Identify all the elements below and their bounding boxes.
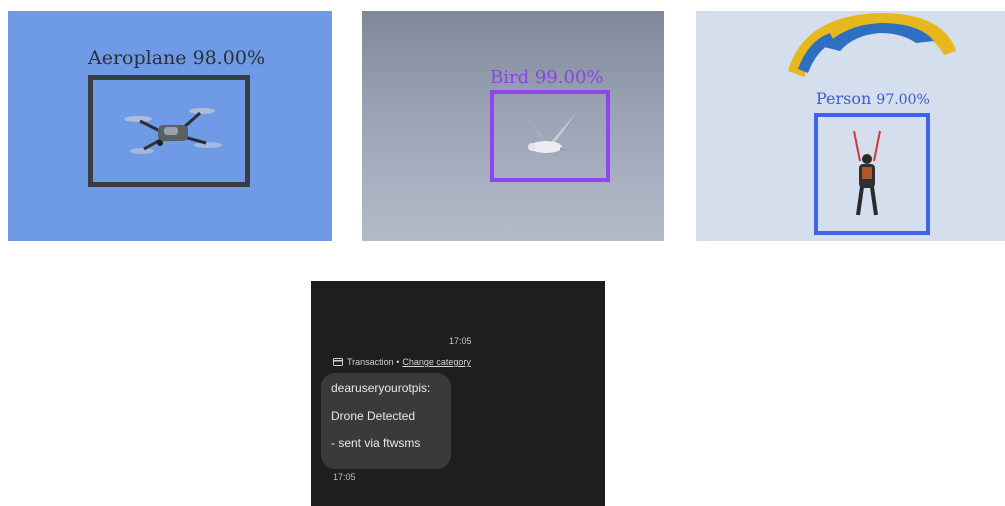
class-name: Bird [490, 67, 530, 88]
drone-icon [124, 108, 222, 154]
parachute-canopy-icon [788, 13, 956, 77]
category-label: Transaction • [347, 357, 400, 367]
message-line: Drone Detected [331, 409, 416, 423]
bird-icon [524, 113, 576, 153]
detection-label: Bird 99.00% [490, 67, 604, 88]
confidence-value: 98.00% [192, 47, 266, 69]
message-line: - sent via ftwsms [331, 436, 421, 450]
class-name: Aeroplane [88, 47, 187, 69]
message-category-row: Transaction • Change category [333, 357, 471, 367]
detection-panel-person: Person 97.00% [696, 11, 1005, 241]
confidence-value: 97.00% [876, 92, 930, 108]
detection-label: Person 97.00% [816, 89, 930, 108]
class-name: Person [816, 89, 872, 108]
change-category-link[interactable]: Change category [402, 357, 471, 367]
message-line: dearuseryourotpis: [331, 381, 431, 395]
detection-panel-bird: Bird 99.00% [362, 11, 664, 241]
detection-label: Aeroplane 98.00% [88, 47, 265, 69]
card-icon [333, 358, 343, 366]
message-timestamp: 17:05 [449, 336, 472, 346]
paraglider-icon [853, 130, 881, 216]
sms-screenshot: 17:05 Transaction • Change category dear… [311, 281, 605, 506]
message-bubble[interactable]: dearuseryourotpis: Drone Detected - sent… [321, 373, 451, 469]
detection-panel-aeroplane: Aeroplane 98.00% [8, 11, 332, 241]
message-sent-time: 17:05 [333, 472, 356, 482]
confidence-value: 99.00% [534, 67, 604, 88]
